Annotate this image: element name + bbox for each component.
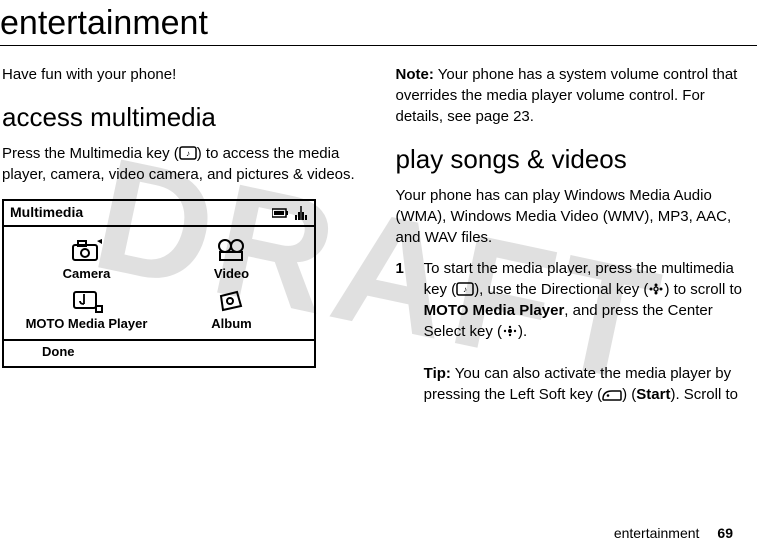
step-text-e: ). <box>518 323 527 340</box>
menu-item-album[interactable]: Album <box>159 287 304 333</box>
access-multimedia-heading: access multimedia <box>2 99 362 135</box>
select-key-icon <box>502 323 518 340</box>
step-1: 1 To start the media player, press the m… <box>396 258 756 405</box>
tip-text-b: ) ( <box>622 386 636 403</box>
tip-label: Tip: <box>424 365 451 382</box>
camera-label: Camera <box>63 265 111 283</box>
svg-text:♪: ♪ <box>186 149 190 158</box>
note-label: Note: <box>396 66 434 83</box>
note-paragraph: Note: Your phone has a system volume con… <box>396 64 756 127</box>
menu-item-video[interactable]: Video <box>159 237 304 283</box>
note-text: Your phone has a system volume control t… <box>396 66 738 125</box>
menu-item-moto-media-player[interactable]: MOTO Media Player <box>14 287 159 333</box>
camera-icon <box>69 237 105 265</box>
tip-text-c: ). Scroll to <box>670 386 738 403</box>
album-icon <box>217 287 247 315</box>
page-number: 69 <box>717 525 733 541</box>
play-songs-heading: play songs & videos <box>396 141 756 177</box>
multimedia-key-icon: ♪ <box>179 145 197 162</box>
menu-item-camera[interactable]: Camera <box>14 237 159 283</box>
intro-text: Have fun with your phone! <box>2 64 362 85</box>
phone-titlebar: Multimedia <box>4 201 314 227</box>
media-player-icon <box>70 287 104 315</box>
battery-icon <box>272 207 290 219</box>
video-label: Video <box>214 265 249 283</box>
step-number: 1 <box>396 258 420 279</box>
softkey-done[interactable]: Done <box>4 339 314 365</box>
tip-start: Start <box>636 386 670 403</box>
phone-title-text: Multimedia <box>10 203 83 223</box>
footer-section: entertainment <box>614 525 700 541</box>
svg-text:♪: ♪ <box>463 285 467 294</box>
media-player-label: MOTO Media Player <box>26 315 148 333</box>
play-intro: Your phone has can play Windows Media Au… <box>396 185 756 248</box>
body-text-a: Press the Multimedia key ( <box>2 145 179 162</box>
left-column: Have fun with your phone! access multime… <box>2 64 362 405</box>
title-rule <box>0 45 757 46</box>
left-soft-key-icon <box>602 386 622 403</box>
access-multimedia-body: Press the Multimedia key (♪) to access t… <box>2 143 362 185</box>
page-title: entertainment <box>0 4 757 43</box>
step-player-name: MOTO Media Player <box>424 302 565 319</box>
album-label: Album <box>211 315 251 333</box>
video-icon <box>216 237 248 265</box>
step-text-c: ) to scroll to <box>664 281 742 298</box>
phone-screen: Multimedia Ca <box>2 199 316 367</box>
multimedia-key-icon: ♪ <box>456 281 474 298</box>
page-footer: entertainment 69 <box>614 525 733 541</box>
phone-status-icons <box>272 206 308 220</box>
signal-icon <box>294 206 308 220</box>
directional-key-icon <box>648 281 664 298</box>
step-text-b: ), use the Directional key ( <box>474 281 648 298</box>
right-column: Note: Your phone has a system volume con… <box>396 64 756 405</box>
